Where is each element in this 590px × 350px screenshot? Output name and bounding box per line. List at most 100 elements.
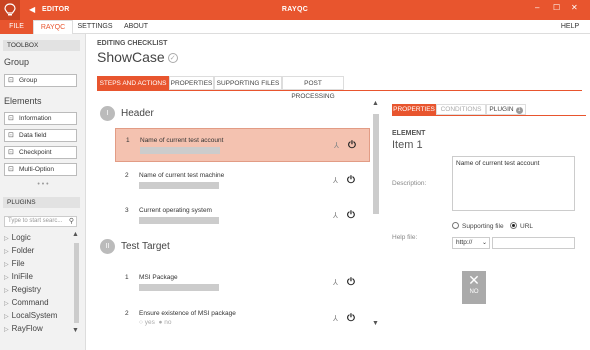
add-icon: ⊡ — [8, 166, 14, 173]
search-icon[interactable]: ⚲ — [69, 217, 74, 226]
scroll-up-icon[interactable]: ▲ — [372, 100, 379, 107]
no-button-label: NO — [469, 289, 479, 295]
plug-icon[interactable]: ⏻ — [347, 277, 355, 288]
plugin-item[interactable]: ▷ File — [4, 259, 25, 268]
minimize-icon[interactable]: – — [535, 3, 539, 12]
branch-icon[interactable]: ⅄ — [333, 314, 338, 323]
url-radio[interactable]: URL — [510, 222, 533, 230]
menu-rayqc[interactable]: RAYQC — [33, 20, 73, 34]
expand-arrow-icon: ▷ — [4, 236, 9, 242]
plugins-scrollbar[interactable]: ▲ ▼ — [71, 231, 81, 335]
tab-element-properties[interactable]: PROPERTIES — [392, 104, 436, 115]
steps-scrollbar[interactable]: ▲ ▼ — [371, 98, 381, 330]
yes-no-options: ○ yes ● no — [139, 319, 171, 326]
section-number: I — [100, 106, 115, 121]
element-data-field-button[interactable]: ⊡ Data field — [4, 129, 77, 142]
scroll-down-icon[interactable]: ▼ — [72, 327, 79, 334]
scroll-up-icon[interactable]: ▲ — [72, 231, 79, 238]
group-button[interactable]: ⊡ Group — [4, 74, 77, 87]
step-row[interactable]: 3 Current operating system ⅄ ⏻ — [115, 199, 370, 233]
yes-radio[interactable]: ○ yes — [139, 319, 155, 326]
menu-help[interactable]: HELP — [555, 20, 585, 34]
plugin-item[interactable]: ▷ Command — [4, 298, 49, 307]
step-row[interactable]: 1 Name of current test account ⅄ ⏻ — [115, 128, 370, 162]
value-placeholder-bar — [139, 217, 219, 224]
steps-list: I Header 1 Name of current test account ⅄… — [97, 98, 381, 350]
scroll-thumb[interactable] — [373, 114, 379, 214]
check-circle-icon: ✓ — [167, 53, 178, 64]
editing-checklist-label: EDITING CHECKLIST — [97, 40, 168, 47]
branch-icon[interactable]: ⅄ — [333, 278, 338, 287]
expand-arrow-icon: ▷ — [4, 327, 9, 333]
tab-properties[interactable]: PROPERTIES — [169, 76, 214, 90]
tab-underline — [97, 90, 582, 91]
step-name: Ensure existence of MSI package — [139, 310, 236, 317]
value-placeholder-bar — [139, 182, 219, 189]
element-label: Checkpoint — [19, 149, 52, 156]
section-header[interactable]: II Test Target — [100, 239, 170, 254]
plugin-search-input[interactable]: Type to start searc... ⚲ — [4, 216, 77, 227]
expand-arrow-icon: ▷ — [4, 249, 9, 255]
plugin-label: Registry — [11, 285, 41, 294]
element-checkpoint-button[interactable]: ⊡ Checkpoint — [4, 146, 77, 159]
menu-about[interactable]: ABOUT — [122, 20, 150, 34]
menu-settings[interactable]: SETTINGS — [77, 20, 113, 34]
more-dots[interactable]: • • • — [0, 181, 86, 188]
element-label: Information — [19, 115, 52, 122]
add-icon: ⊡ — [8, 115, 14, 122]
plugins-header: PLUGINS — [3, 197, 80, 208]
plugin-item[interactable]: ▷ RayFlow — [4, 324, 43, 333]
search-placeholder: Type to start searc... — [8, 218, 63, 224]
step-name: MSI Package — [139, 274, 178, 281]
plugin-item[interactable]: ▷ LocalSystem — [4, 311, 57, 320]
plugin-label: LocalSystem — [11, 311, 58, 320]
plugin-item[interactable]: ▷ Folder — [4, 246, 34, 255]
scroll-down-icon[interactable]: ▼ — [372, 320, 379, 327]
value-placeholder-bar — [140, 147, 220, 154]
plug-icon[interactable]: ⏻ — [347, 313, 355, 324]
expand-arrow-icon: ▷ — [4, 288, 9, 294]
description-label: Description: — [392, 180, 427, 187]
step-row[interactable]: 1 MSI Package ⅄ ⏻ — [115, 266, 370, 300]
step-row[interactable]: 2 Ensure existence of MSI package ○ yes … — [115, 302, 370, 336]
no-button[interactable]: ✕ NO — [462, 271, 486, 304]
branch-icon[interactable]: ⅄ — [333, 211, 338, 220]
close-icon[interactable]: ✕ — [571, 3, 578, 12]
menu-file[interactable]: FILE — [0, 20, 33, 34]
section-header[interactable]: I Header — [100, 106, 154, 121]
url-input[interactable] — [492, 237, 575, 249]
step-name: Name of current test machine — [139, 172, 225, 179]
element-information-button[interactable]: ⊡ Information — [4, 112, 77, 125]
close-x-icon: ✕ — [468, 272, 480, 288]
group-button-label: Group — [19, 77, 38, 84]
plugin-item[interactable]: ▷ Registry — [4, 285, 41, 294]
section-number: II — [100, 239, 115, 254]
tab-supporting-files[interactable]: SUPPORTING FILES — [214, 76, 282, 90]
plug-icon[interactable]: ⏻ — [348, 140, 356, 151]
plug-icon[interactable]: ⏻ — [347, 210, 355, 221]
scroll-thumb[interactable] — [74, 243, 79, 323]
plugin-item[interactable]: ▷ Logic — [4, 233, 31, 242]
tab-post-processing[interactable]: POST PROCESSING — [282, 76, 344, 100]
step-number: 3 — [125, 207, 129, 214]
tab-steps-and-actions[interactable]: STEPS AND ACTIONS — [97, 76, 169, 90]
step-row[interactable]: 2 Name of current test machine ⅄ ⏻ — [115, 164, 370, 198]
tab-plugin[interactable]: PLUGIN 1 — [486, 104, 526, 115]
description-field[interactable]: Name of current test account — [452, 156, 575, 211]
no-radio[interactable]: ● no — [158, 319, 171, 326]
plugin-label: Folder — [11, 246, 35, 255]
group-heading: Group — [4, 57, 30, 67]
tab-conditions[interactable]: CONDITIONS — [436, 104, 486, 115]
element-label: Multi-Option — [19, 166, 55, 173]
expand-arrow-icon: ▷ — [4, 314, 9, 320]
element-multi-option-button[interactable]: ⊡ Multi-Option — [4, 163, 77, 176]
maximize-icon[interactable]: ☐ — [553, 3, 560, 12]
protocol-select[interactable]: http:// ⌄ — [452, 237, 490, 249]
branch-icon[interactable]: ⅄ — [333, 176, 338, 185]
radio-label: Supporting file — [462, 223, 504, 231]
plugin-item[interactable]: ▷ IniFile — [4, 272, 33, 281]
branch-icon[interactable]: ⅄ — [334, 141, 339, 150]
plug-icon[interactable]: ⏻ — [347, 175, 355, 186]
supporting-file-radio[interactable]: Supporting file — [452, 222, 504, 231]
checklist-name[interactable]: ShowCase — [97, 49, 165, 65]
